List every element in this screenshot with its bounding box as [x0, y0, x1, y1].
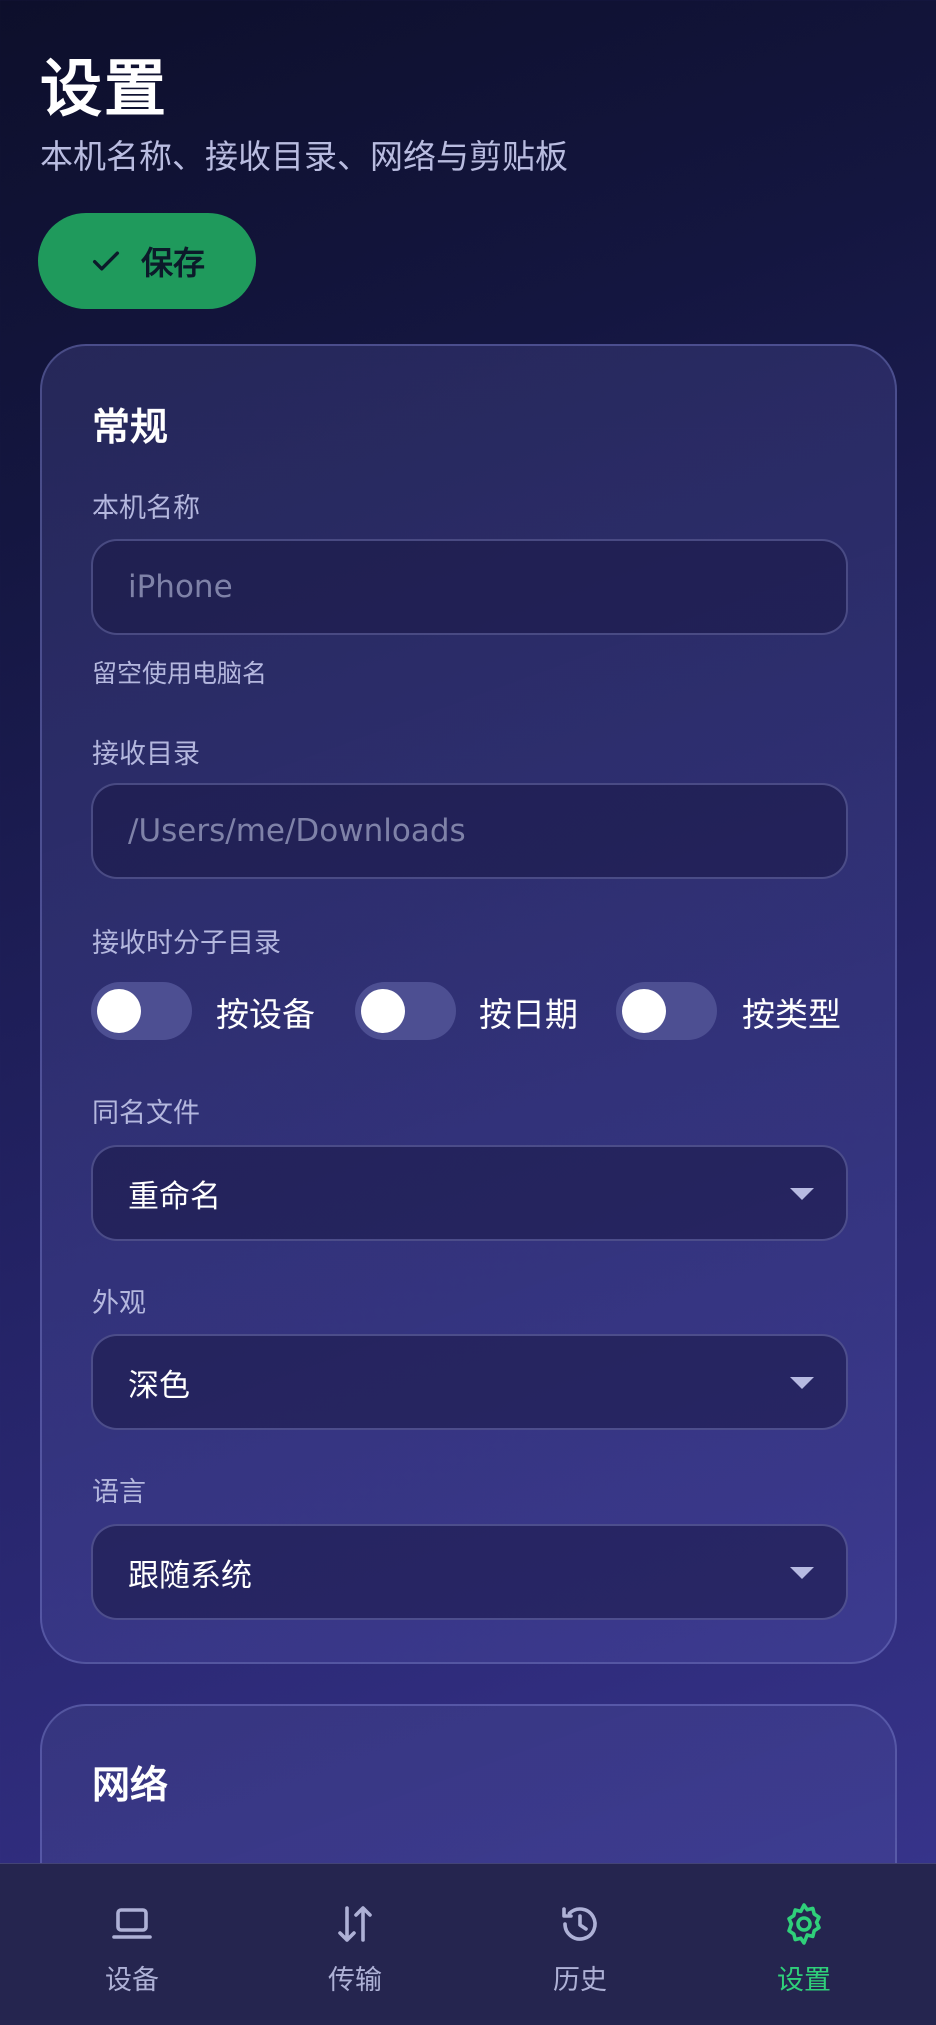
general-section-title: 常规 [92, 405, 169, 449]
device-name-placeholder: iPhone [128, 569, 233, 605]
toggle-knob [97, 989, 141, 1033]
save-button-label: 保存 [140, 244, 205, 282]
tab-settings-label: 设置 [777, 1965, 831, 1996]
device-name-label: 本机名称 [92, 493, 200, 524]
page-title: 设置 [40, 52, 169, 125]
appearance-select[interactable]: 深色 [91, 1334, 848, 1430]
laptop-icon [112, 1908, 152, 1939]
chevron-down-icon [790, 1377, 814, 1389]
tab-devices-label: 设备 [105, 1965, 159, 1996]
chevron-down-icon [790, 1188, 814, 1200]
tab-history-label: 历史 [553, 1965, 607, 1996]
tab-history[interactable]: 历史 [463, 1864, 697, 2025]
language-select[interactable]: 跟随系统 [91, 1524, 848, 1620]
toggle-by-date[interactable] [355, 982, 456, 1040]
language-value: 跟随系统 [128, 1557, 252, 1594]
tab-settings[interactable]: 设置 [687, 1864, 921, 2025]
gear-icon [787, 1903, 821, 1945]
chevron-down-icon [790, 1567, 814, 1579]
device-name-field[interactable]: iPhone [91, 539, 848, 635]
toggle-knob [622, 989, 666, 1033]
same-name-label: 同名文件 [92, 1098, 200, 1129]
transfer-arrows-icon [338, 1906, 372, 1942]
toggle-by-device[interactable] [91, 982, 192, 1040]
toggle-by-type-label: 按类型 [742, 995, 841, 1034]
general-settings-card: 常规 本机名称 iPhone 留空使用电脑名 接收目录 /Users/me/Do… [40, 344, 897, 1664]
device-name-hint: 留空使用电脑名 [92, 659, 268, 688]
receive-dir-label: 接收目录 [92, 739, 200, 770]
page-subtitle: 本机名称、接收目录、网络与剪贴板 [40, 137, 568, 176]
tab-devices[interactable]: 设备 [15, 1864, 249, 2025]
history-icon [562, 1907, 597, 1941]
tab-transfer[interactable]: 传输 [238, 1864, 472, 2025]
same-name-select[interactable]: 重命名 [91, 1145, 848, 1241]
toggle-knob [361, 989, 405, 1033]
toggle-by-date-label: 按日期 [479, 995, 578, 1034]
check-icon [92, 251, 120, 271]
receive-dir-field[interactable]: /Users/me/Downloads [91, 783, 848, 879]
subfolders-label: 接收时分子目录 [92, 928, 281, 959]
save-button[interactable]: 保存 [38, 213, 256, 309]
network-section-title: 网络 [92, 1763, 169, 1807]
subfolder-toggles: 按设备 按日期 按类型 [91, 982, 891, 1042]
toggle-by-type[interactable] [616, 982, 717, 1040]
appearance-value: 深色 [128, 1367, 190, 1404]
toggle-by-device-label: 按设备 [216, 995, 315, 1034]
same-name-value: 重命名 [128, 1178, 221, 1215]
receive-dir-placeholder: /Users/me/Downloads [128, 813, 466, 849]
appearance-label: 外观 [92, 1288, 146, 1319]
bottom-tab-bar: 设备 传输 历史 设置 [0, 1863, 936, 2025]
tab-transfer-label: 传输 [328, 1965, 382, 1996]
language-label: 语言 [92, 1477, 146, 1508]
